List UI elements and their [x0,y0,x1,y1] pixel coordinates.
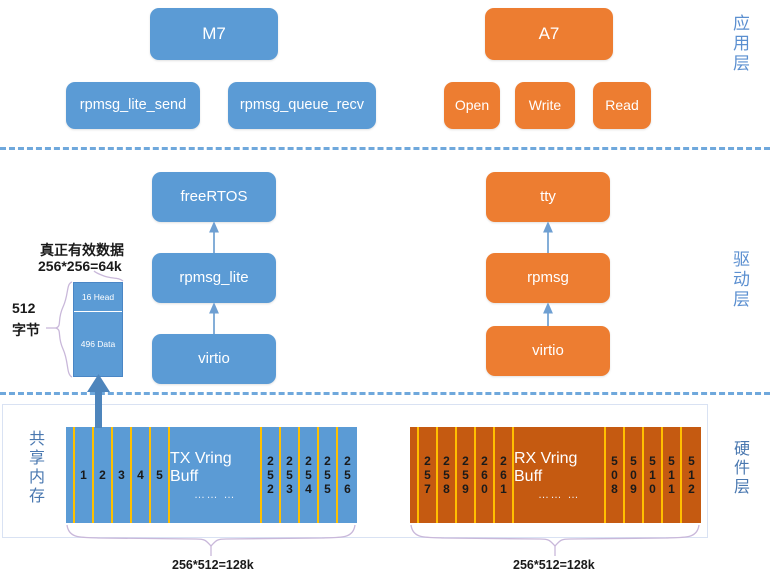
buffer-head-segment: 16 Head [74,283,122,312]
rx-cell-509: 509 [625,427,644,523]
buffer-data-segment: 496 Data [80,339,116,349]
box-rpmsg: rpmsg [486,253,610,303]
detail-size-line1: 512 [12,300,36,316]
tx-vring-buffer: 1 2 3 4 5 TX Vring Buff …… … 252 253 254… [66,427,357,523]
rx-cell-258: 258 [438,427,457,523]
box-virtio-a7: virtio [486,326,610,376]
tx-cell-3: 3 [113,427,132,523]
box-freertos: freeRTOS [152,172,276,222]
tx-cell-5: 5 [151,427,170,523]
box-open: Open [444,82,500,129]
tx-cell-254: 254 [300,427,319,523]
rx-cell-510: 510 [644,427,663,523]
rx-vring-name: RX Vring Buff [514,449,578,485]
box-write: Write [515,82,575,129]
rx-cell-512: 512 [684,454,699,496]
rx-total-label: 256*512=128k [513,558,595,572]
box-rpmsg-queue-recv: rpmsg_queue_recv [228,82,376,129]
tx-cell-253: 253 [281,427,300,523]
rx-cell-257: 257 [419,427,438,523]
tx-cell-pad-left [66,427,75,523]
shared-memory-label: 共享内存 [26,430,43,506]
detail-size-line2: 字节 [12,322,40,338]
box-a7: A7 [485,8,613,60]
box-rpmsg-lite-send: rpmsg_lite_send [66,82,200,129]
brace-512-bytes [53,281,73,378]
tx-cell-1: 1 [75,427,94,523]
tx-total-label: 256*512=128k [172,558,254,572]
tx-cell-256: 256 [340,454,355,496]
tx-vring-label: TX Vring Buff …… … [170,427,262,523]
rx-vring-buffer: 257 258 259 260 261 RX Vring Buff …… … 5… [410,427,701,523]
divider-driver-hardware [0,392,770,395]
diagram-canvas: M7 A7 rpmsg_lite_send rpmsg_queue_recv O… [0,0,770,585]
box-read: Read [593,82,651,129]
layer-label-hardware: 硬件层 [731,440,748,497]
rx-cell-260: 260 [476,427,495,523]
rx-cell-261: 261 [495,427,514,523]
tx-vring-name: TX Vring Buff [170,449,232,485]
buffer-detail-box: 16 Head 496 Data [73,282,123,377]
rx-vring-label: RX Vring Buff …… … [514,427,606,523]
box-m7: M7 [150,8,278,60]
tx-cell-4: 4 [132,427,151,523]
tx-cell-252: 252 [262,427,281,523]
tx-cell-255: 255 [319,427,338,523]
detail-title-line1: 真正有效数据 [40,242,124,258]
box-virtio-m7: virtio [152,334,276,384]
rx-cell-259: 259 [457,427,476,523]
detail-title-line2: 256*256=64k [38,258,122,274]
rx-cell-511: 511 [663,427,682,523]
rx-vring-dots: …… … [537,488,581,501]
divider-app-driver [0,147,770,150]
rx-cell-508: 508 [606,427,625,523]
layer-label-application: 应用层 [730,14,749,74]
rx-cell-pad-left [410,427,419,523]
tx-vring-dots: …… … [193,488,237,501]
box-tty: tty [486,172,610,222]
tx-cell-2: 2 [94,427,113,523]
box-rpmsg-lite: rpmsg_lite [152,253,276,303]
layer-label-driver: 驱动层 [730,250,749,310]
